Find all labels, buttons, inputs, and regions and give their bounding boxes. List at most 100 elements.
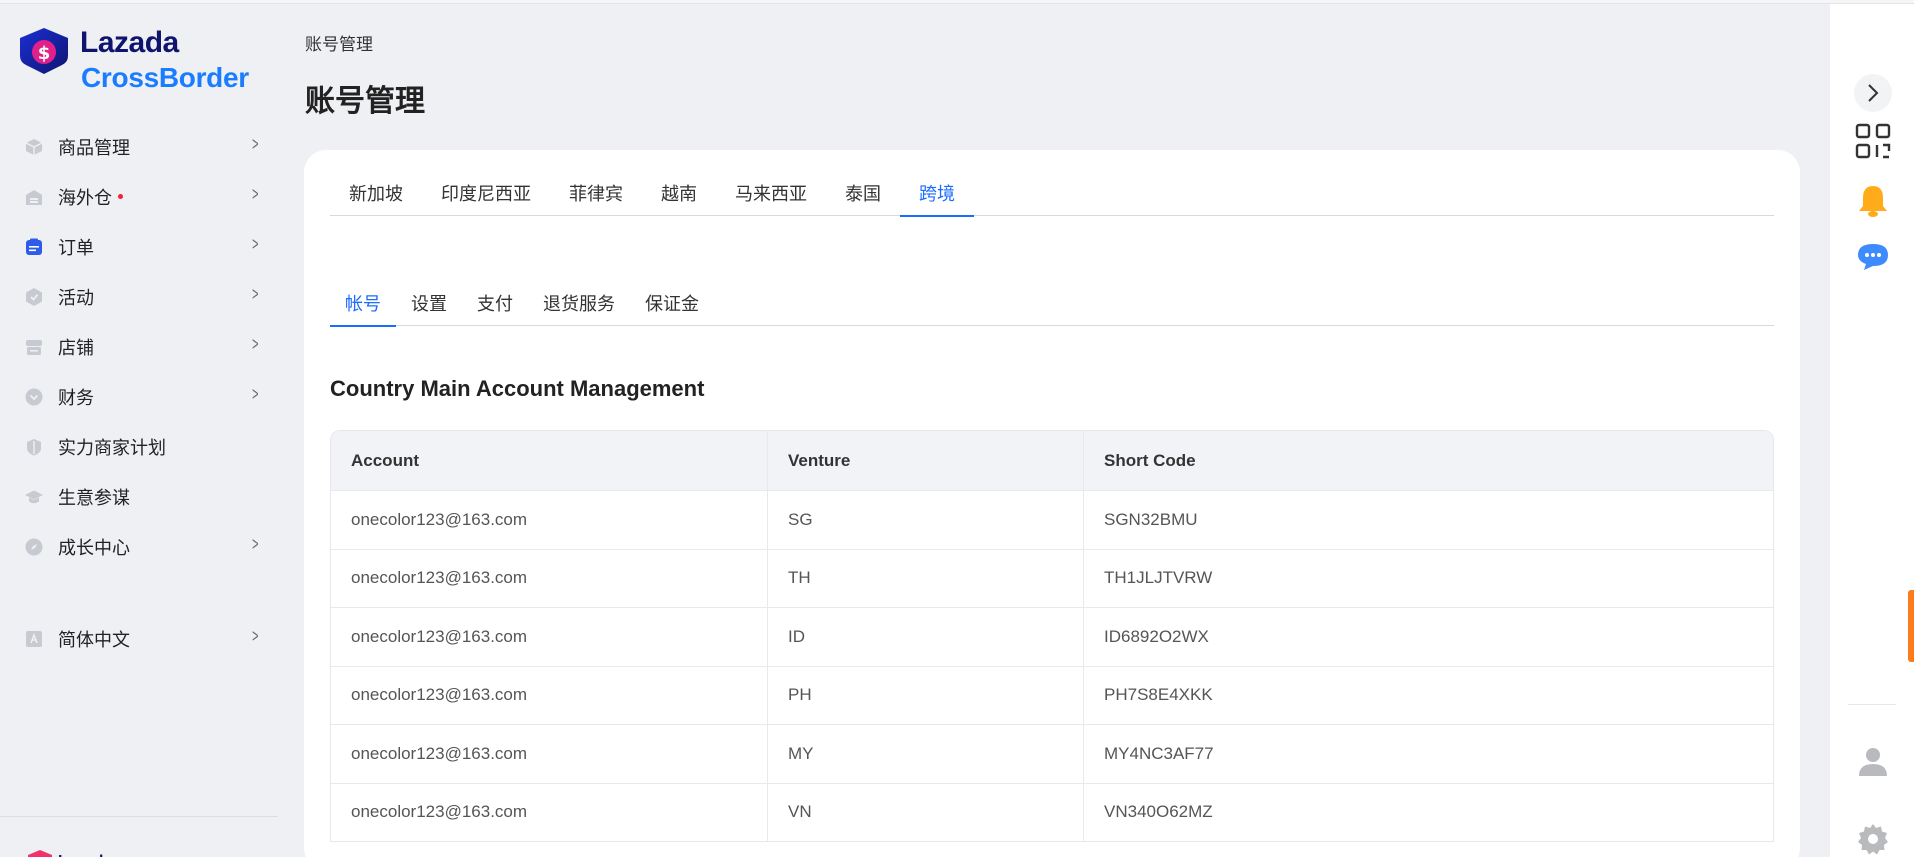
table-row: onecolor123@163.com SG SGN32BMU bbox=[331, 490, 1773, 549]
sidebar-item-store[interactable]: 店铺 > bbox=[0, 322, 280, 372]
tab-malaysia[interactable]: 马来西亚 bbox=[716, 170, 826, 216]
short-code-cell: SGN32BMU bbox=[1083, 491, 1773, 549]
shield-icon bbox=[24, 437, 44, 457]
scroll-indicator[interactable] bbox=[1908, 590, 1914, 662]
collapse-arrow-icon[interactable] bbox=[1852, 72, 1894, 114]
short-code-cell: VN340O62MZ bbox=[1083, 783, 1773, 841]
table-row: onecolor123@163.com VN VN340O62MZ bbox=[331, 782, 1773, 841]
tab-thailand[interactable]: 泰国 bbox=[826, 170, 900, 216]
language-label: 简体中文 bbox=[58, 630, 130, 650]
graduation-icon bbox=[24, 487, 44, 507]
sidebar-item-business-advisor[interactable]: 生意参谋 bbox=[0, 472, 280, 522]
tab-vietnam[interactable]: 越南 bbox=[642, 170, 716, 216]
chevron-right-icon: > bbox=[252, 534, 259, 554]
qr-code-icon[interactable] bbox=[1852, 120, 1894, 162]
venture-cell: MY bbox=[767, 725, 1083, 783]
account-cell: onecolor123@163.com bbox=[351, 802, 528, 822]
section-title: Country Main Account Management bbox=[330, 376, 705, 401]
compass-icon bbox=[24, 537, 44, 557]
chevron-right-icon: > bbox=[252, 134, 259, 154]
rail-divider bbox=[1848, 704, 1896, 705]
bell-icon[interactable] bbox=[1852, 180, 1894, 222]
chevron-right-icon: > bbox=[252, 626, 259, 646]
table-row: onecolor123@163.com PH PH7S8E4XKK bbox=[331, 665, 1773, 724]
right-toolbar bbox=[1830, 4, 1914, 857]
venture-cell: VN bbox=[767, 783, 1083, 841]
column-header-account: Account bbox=[351, 450, 419, 470]
sidebar-item-merchant-plan[interactable]: 实力商家计划 bbox=[0, 422, 280, 472]
sidebar-item-label: 店铺 bbox=[58, 338, 94, 358]
chevron-right-icon: > bbox=[252, 184, 259, 204]
chevron-right-icon: > bbox=[252, 384, 259, 404]
country-tabs: 新加坡 印度尼西亚 菲律宾 越南 马来西亚 泰国 跨境 bbox=[330, 170, 1774, 217]
short-code-cell: PH7S8E4XKK bbox=[1083, 666, 1773, 724]
account-cell: onecolor123@163.com bbox=[351, 626, 528, 646]
top-border bbox=[0, 0, 1914, 4]
language-icon bbox=[24, 629, 44, 649]
page-title: 账号管理 bbox=[305, 85, 425, 118]
table-row: onecolor123@163.com ID ID6892O2WX bbox=[331, 607, 1773, 666]
sidebar-item-label: 生意参谋 bbox=[58, 488, 130, 508]
chevron-right-icon: > bbox=[252, 234, 259, 254]
brand-name-line2: CrossBorder bbox=[81, 62, 249, 93]
short-code-cell: TH1JLJTVRW bbox=[1083, 549, 1773, 607]
sidebar: $ Lazada CrossBorder 商品管理 > 海外仓 > 订单 > 活… bbox=[0, 4, 280, 857]
sidebar-item-orders[interactable]: 订单 > bbox=[0, 222, 280, 272]
breadcrumb[interactable]: 账号管理 bbox=[305, 30, 373, 55]
warehouse-icon bbox=[24, 187, 44, 207]
chat-icon[interactable] bbox=[1852, 236, 1894, 278]
user-icon[interactable] bbox=[1852, 740, 1894, 782]
settings-icon[interactable] bbox=[1852, 818, 1894, 857]
venture-cell: PH bbox=[767, 666, 1083, 724]
sidebar-item-label: 商品管理 bbox=[58, 138, 130, 158]
sidebar-divider bbox=[0, 816, 278, 817]
svg-text:$: $ bbox=[38, 43, 51, 64]
subtab-payment[interactable]: 支付 bbox=[462, 280, 528, 326]
account-cell: onecolor123@163.com bbox=[351, 743, 528, 763]
box-icon bbox=[24, 137, 44, 157]
sidebar-nav: 商品管理 > 海外仓 > 订单 > 活动 > 店铺 > 财务 > 实力商家计划 … bbox=[0, 122, 280, 664]
subtab-return-service[interactable]: 退货服务 bbox=[528, 280, 630, 326]
sidebar-item-label: 海外仓 bbox=[58, 188, 112, 208]
sidebar-item-growth-center[interactable]: 成长中心 > bbox=[0, 522, 280, 572]
table-row: onecolor123@163.com MY MY4NC3AF77 bbox=[331, 724, 1773, 783]
tab-singapore[interactable]: 新加坡 bbox=[330, 170, 422, 216]
order-icon bbox=[24, 237, 44, 257]
brand-name-line1: Lazada bbox=[80, 26, 179, 59]
subtab-settings[interactable]: 设置 bbox=[396, 280, 462, 326]
notification-dot bbox=[118, 193, 123, 199]
venture-cell: ID bbox=[767, 608, 1083, 666]
short-code-cell: ID6892O2WX bbox=[1083, 608, 1773, 666]
tab-philippines[interactable]: 菲律宾 bbox=[550, 170, 642, 216]
lazada-heart-icon: $ bbox=[20, 28, 68, 74]
venture-cell: SG bbox=[767, 491, 1083, 549]
table-header: Account Venture Short Code bbox=[331, 431, 1773, 490]
sidebar-item-finance[interactable]: 财务 > bbox=[0, 372, 280, 422]
tab-cross-border[interactable]: 跨境 bbox=[900, 170, 974, 217]
short-code-cell: MY4NC3AF77 bbox=[1083, 725, 1773, 783]
account-cell: onecolor123@163.com bbox=[351, 509, 528, 529]
subtab-deposit[interactable]: 保证金 bbox=[630, 280, 714, 326]
column-header-short-code: Short Code bbox=[1083, 431, 1773, 490]
chevron-right-icon: > bbox=[252, 334, 259, 354]
sidebar-item-products[interactable]: 商品管理 > bbox=[0, 122, 280, 172]
sidebar-item-label: 实力商家计划 bbox=[58, 438, 166, 458]
finance-icon bbox=[24, 387, 44, 407]
account-cell: onecolor123@163.com bbox=[351, 568, 528, 588]
sidebar-item-activity[interactable]: 活动 > bbox=[0, 272, 280, 322]
subtab-account[interactable]: 帐号 bbox=[330, 280, 396, 327]
content-card: 新加坡 印度尼西亚 菲律宾 越南 马来西亚 泰国 跨境 帐号 设置 支付 退货服… bbox=[304, 150, 1800, 857]
sidebar-item-warehouse[interactable]: 海外仓 > bbox=[0, 172, 280, 222]
tab-indonesia[interactable]: 印度尼西亚 bbox=[422, 170, 550, 216]
sidebar-item-label: 成长中心 bbox=[58, 538, 130, 558]
brand-logo[interactable]: $ Lazada CrossBorder bbox=[16, 24, 266, 96]
chevron-right-icon: > bbox=[252, 284, 259, 304]
activity-icon bbox=[24, 287, 44, 307]
store-icon bbox=[24, 337, 44, 357]
sidebar-item-label: 财务 bbox=[58, 388, 94, 408]
language-switcher[interactable]: 简体中文 > bbox=[0, 614, 280, 664]
account-cell: onecolor123@163.com bbox=[351, 685, 528, 705]
lazada-footer-logo: Lazada bbox=[26, 849, 136, 857]
column-header-venture: Venture bbox=[767, 431, 1083, 490]
